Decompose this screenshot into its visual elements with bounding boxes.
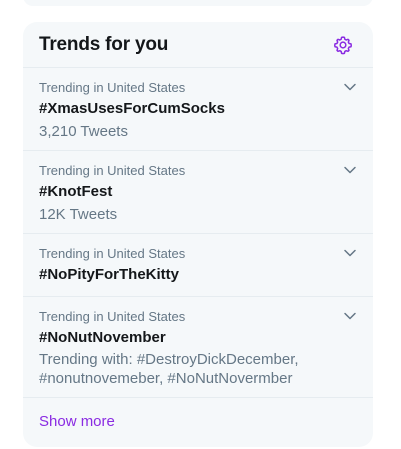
trends-header: Trends for you — [23, 22, 373, 68]
trend-item[interactable]: Trending in United States #NoPityForTheK… — [23, 234, 373, 297]
previous-card — [23, 0, 373, 6]
trends-panel: Trends for you Trending in United States… — [23, 22, 373, 447]
chevron-down-icon[interactable] — [343, 246, 357, 260]
trend-context: Trending in United States — [39, 163, 186, 178]
trend-related: Trending with: #DestroyDickDecember, #no… — [39, 351, 299, 387]
trend-tweet-count: 12K Tweets — [39, 206, 118, 223]
trend-name: #KnotFest — [39, 183, 113, 200]
chevron-down-icon[interactable] — [343, 309, 357, 323]
trend-context: Trending in United States — [39, 246, 186, 261]
trend-item[interactable]: Trending in United States #KnotFest 12K … — [23, 151, 373, 234]
trends-title: Trends for you — [39, 34, 169, 55]
trend-name: #XmasUsesForCumSocks — [39, 100, 225, 117]
show-more-link[interactable]: Show more — [39, 413, 115, 430]
trend-tweet-count: 3,210 Tweets — [39, 123, 128, 140]
trend-item[interactable]: Trending in United States #NoNutNovember… — [23, 297, 373, 398]
trend-context: Trending in United States — [39, 80, 186, 95]
chevron-down-icon[interactable] — [343, 163, 357, 177]
trend-name: #NoNutNovember — [39, 329, 166, 346]
trend-context: Trending in United States — [39, 309, 186, 324]
trend-item[interactable]: Trending in United States #XmasUsesForCu… — [23, 68, 373, 151]
chevron-down-icon[interactable] — [343, 80, 357, 94]
trend-name: #NoPityForTheKitty — [39, 266, 180, 283]
gear-icon[interactable] — [333, 35, 353, 55]
